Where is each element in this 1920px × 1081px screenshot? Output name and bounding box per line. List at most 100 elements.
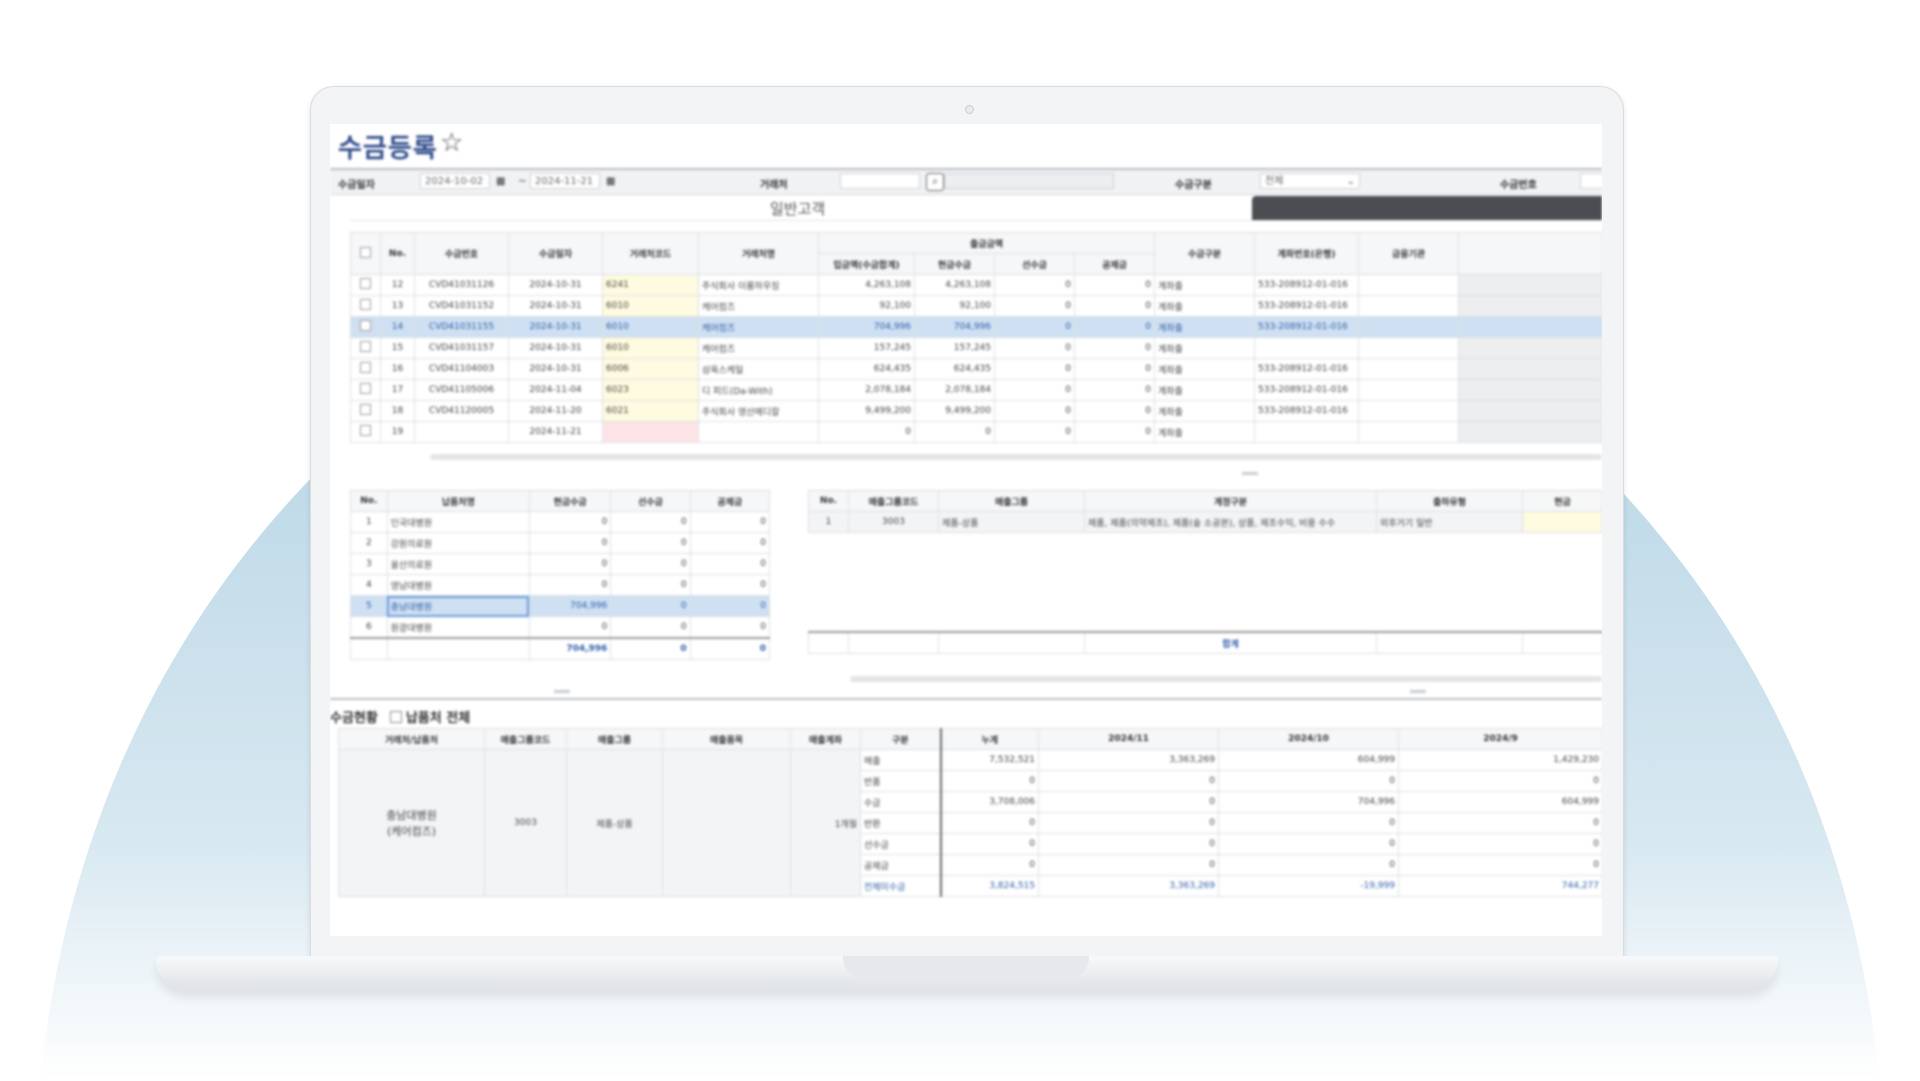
cell[interactable]: 6006 (602, 358, 699, 380)
col-advance[interactable]: 선수금 (994, 253, 1075, 275)
cell[interactable]: 6241 (602, 274, 699, 296)
receipt-status-header: 수금현황 납품처 전체 (330, 707, 470, 726)
col-extra (1458, 232, 1602, 275)
table-row: 충남대병원 (케어컴즈) 3003 제품-상품 1개월 매출 7,532,521… (338, 749, 1602, 897)
group-cell: 제품-상품 (566, 749, 663, 897)
select-all-checkbox[interactable] (350, 232, 381, 275)
row-checkbox[interactable] (360, 278, 371, 289)
col-receipt-no[interactable]: 수금번호 (414, 232, 509, 275)
total-row: 704,996 0 0 (350, 637, 771, 660)
all-delivery-checkbox[interactable] (389, 711, 402, 723)
cell: 2024-10-31 (508, 316, 603, 338)
favorite-star-icon[interactable]: ☆ (440, 128, 463, 158)
cell: 계좌출 (1154, 337, 1255, 359)
calendar-icon[interactable]: ▦ (606, 176, 615, 187)
cell: 케어컴즈 (698, 337, 819, 359)
cell: 2024-10-31 (508, 274, 603, 296)
cell: 0 (940, 854, 1039, 876)
cell: 0 (914, 421, 995, 443)
col-deposit[interactable]: 입금액(수금합계) (818, 253, 915, 275)
cell: 주식회사 이룸하우징 (698, 274, 819, 296)
customer-code-input[interactable] (840, 173, 920, 189)
row-checkbox[interactable] (360, 341, 371, 352)
cell (414, 421, 509, 443)
cell: 4 (350, 574, 388, 596)
row-checkbox[interactable] (360, 425, 371, 436)
table-row[interactable]: 15 CVD41031157 2024-10-31 6010 케어컴즈 157,… (350, 337, 1602, 359)
horizontal-scrollbar[interactable] (850, 676, 1602, 682)
cell: 3,824,515 (940, 875, 1039, 897)
cell[interactable]: 6023 (602, 379, 699, 401)
col-delivery-name[interactable]: 납품처명 (386, 490, 530, 512)
number-input[interactable] (1580, 173, 1602, 189)
list-item[interactable]: 3 울산의료원 0 0 0 (350, 553, 771, 575)
col-item: 매출품목 (662, 728, 791, 750)
cell: 울산의료원 (386, 553, 530, 575)
col-receipt-type[interactable]: 수금구분 (1154, 232, 1255, 275)
col-bank[interactable]: 금융기관 (1358, 232, 1459, 275)
col-group[interactable]: 매출그룹 (938, 490, 1085, 512)
row-checkbox[interactable] (360, 362, 371, 373)
cell[interactable]: 6010 (602, 295, 699, 317)
table-row[interactable]: 13 CVD41031152 2024-10-31 6010 케어컴즈 92,1… (350, 295, 1602, 317)
col-cash[interactable]: 현금 (1522, 490, 1602, 512)
row-checkbox[interactable] (360, 404, 371, 415)
calendar-icon[interactable]: ▦ (496, 176, 505, 187)
row-checkbox[interactable] (360, 383, 371, 394)
table-row[interactable]: 17 CVD41105006 2024-11-04 6023 디 피드(Da-W… (350, 379, 1602, 401)
date-from-input[interactable]: 2024-10-02 (420, 173, 490, 189)
col-customer-name[interactable]: 거래처명 (698, 232, 819, 275)
cell[interactable]: 6010 (602, 316, 699, 338)
cell: 0 (689, 616, 771, 639)
col-cash[interactable]: 현금수금 (528, 490, 612, 512)
col-account-type[interactable]: 계정구분 (1084, 490, 1377, 512)
col-group-code: 매출그룹코드 (484, 728, 567, 750)
col-deduction[interactable]: 공제금 (1074, 253, 1155, 275)
table-row[interactable]: 16 CVD41104003 2024-10-31 6006 삼육스케일 624… (350, 358, 1602, 380)
cell: 0 (1398, 833, 1602, 855)
row-checkbox[interactable] (360, 320, 371, 331)
col-account-no[interactable]: 계좌번호(은행) (1254, 232, 1359, 275)
row-checkbox[interactable] (360, 299, 371, 310)
cell: 0 (689, 532, 771, 554)
col-cash[interactable]: 현금수금 (914, 253, 995, 275)
search-icon[interactable]: ⌕ (926, 173, 944, 191)
resize-handle[interactable] (554, 690, 570, 693)
list-item-selected[interactable]: 5 충남대병원 704,996 0 0 (350, 595, 771, 617)
table-row[interactable]: 12 CVD41031126 2024-10-31 6241 주식회사 이룸하우… (350, 274, 1602, 296)
table-row-new[interactable]: 19 2024-11-21 0 0 0 0 계좌출 (350, 421, 1602, 443)
col-advance[interactable]: 선수금 (610, 490, 691, 512)
cell (1458, 358, 1602, 380)
cell (1458, 274, 1602, 296)
horizontal-scrollbar[interactable] (430, 454, 1602, 460)
cell[interactable] (602, 421, 699, 443)
cell[interactable]: 6010 (602, 337, 699, 359)
cell: 9,499,200 (914, 400, 995, 422)
type-select[interactable]: 전체 ⌄ (1260, 173, 1360, 189)
date-to-input[interactable]: 2024-11-21 (530, 173, 600, 189)
table-row-selected[interactable]: 14 CVD41031155 2024-10-31 6010 케어컴즈 704,… (350, 316, 1602, 338)
col-group-code[interactable]: 매출그룹코드 (848, 490, 939, 512)
cell: 18 (380, 400, 415, 422)
col-deduction[interactable]: 공제금 (689, 490, 771, 512)
col-shipment-type[interactable]: 출하유형 (1376, 490, 1523, 512)
cell: 0 (994, 400, 1075, 422)
col-receipt-date[interactable]: 수금일자 (508, 232, 603, 275)
cell[interactable] (1522, 511, 1602, 533)
list-item[interactable]: 4 영남대병원 0 0 0 (350, 574, 771, 596)
resize-handle[interactable] (1410, 690, 1426, 693)
list-item[interactable]: 2 강원의료원 0 0 0 (350, 532, 771, 554)
resize-handle[interactable] (1242, 472, 1258, 475)
type-value: 전체 (1265, 176, 1284, 187)
list-item[interactable]: 1 인국대병원 0 0 0 (350, 511, 771, 533)
table-row[interactable]: 1 3003 제품-상품 제품, 제품(의약제조), 제품(숲 소공본), 상품… (808, 511, 1602, 533)
cell: 92,100 (914, 295, 995, 317)
col-customer-code[interactable]: 거래처코드 (602, 232, 699, 275)
cell: 강원의료원 (386, 532, 530, 554)
list-item[interactable]: 6 원광대병원 0 0 0 (350, 616, 771, 639)
cell: 4,263,108 (818, 274, 915, 296)
cell: 0 (1398, 812, 1602, 834)
table-row[interactable]: 18 CVD41120005 2024-11-20 6021 주식회사 영산메디… (350, 400, 1602, 422)
cell[interactable]: 6021 (602, 400, 699, 422)
cell (1458, 316, 1602, 338)
